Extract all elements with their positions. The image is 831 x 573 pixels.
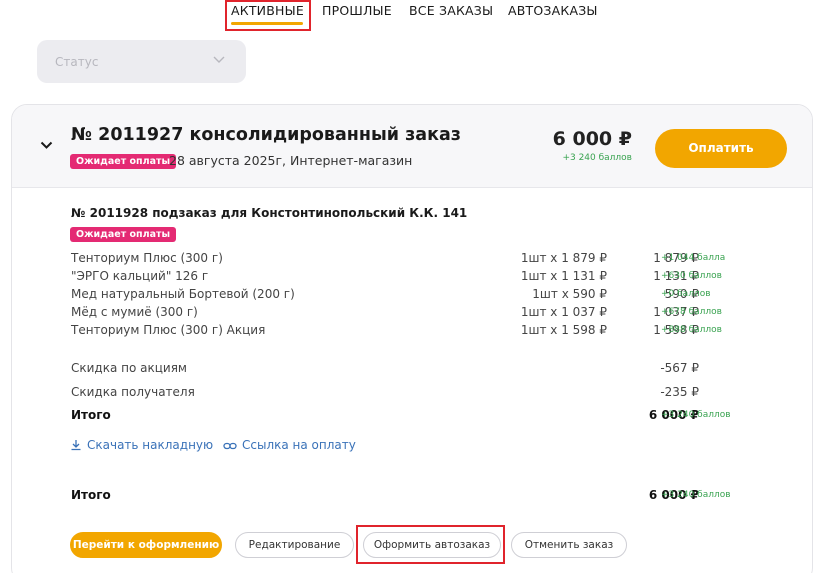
suborder-status-badge: Ожидает оплаты: [70, 227, 177, 242]
chevron-down-icon: [213, 56, 225, 63]
grand-total-row: Итого 6 000 ₽ +3 240 баллов: [71, 488, 791, 506]
item-qty: 1шт x 1 037 ₽: [520, 305, 607, 319]
item-qty: 1шт x 1 879 ₽: [520, 251, 607, 265]
order-tabs: АКТИВНЫЕ ПРОШЛЫЕ ВСЕ ЗАКАЗЫ АВТОЗАКАЗЫ: [0, 0, 831, 34]
pay-button[interactable]: Оплатить: [655, 129, 787, 168]
checkout-button[interactable]: Перейти к оформлению: [70, 532, 222, 558]
item-name: Мед натуральный Бортевой (200 г): [71, 287, 295, 301]
status-badge: Ожидает оплаты: [70, 154, 177, 169]
suborder-total-points: +3 240 баллов: [661, 410, 731, 420]
suborder-total-label: Итого: [71, 408, 111, 422]
discount-recipient-label: Скидка получателя: [71, 385, 195, 399]
list-item: Мёд с мумиё (300 г) 1шт x 1 037 ₽ 1 037 …: [71, 305, 791, 323]
order-title: № 2011927 консолидированный заказ: [71, 125, 461, 145]
payment-link-label: Ссылка на оплату: [242, 438, 356, 452]
tab-autoorders[interactable]: АВТОЗАКАЗЫ: [508, 3, 598, 18]
highlight-box-autoorder: [356, 525, 505, 564]
cancel-order-button[interactable]: Отменить заказ: [511, 532, 627, 558]
item-qty: 1шт x 1 598 ₽: [520, 323, 607, 337]
suborder-title: № 2011928 подзаказ для Констонтинопольск…: [71, 206, 468, 220]
item-points: +888 баллов: [661, 325, 722, 335]
list-item: "ЭРГО кальций" 126 г 1шт x 1 131 ₽ 1 131…: [71, 269, 791, 287]
link-icon: [223, 442, 237, 450]
list-item: Мед натуральный Бортевой (200 г) 1шт x 5…: [71, 287, 791, 305]
item-qty: 1шт x 590 ₽: [532, 287, 607, 301]
item-name: "ЭРГО кальций" 126 г: [71, 269, 209, 283]
order-card: № 2011927 консолидированный заказ Ожидае…: [11, 104, 813, 573]
chevron-down-icon[interactable]: [40, 141, 53, 150]
item-points: +1 044 балла: [661, 253, 726, 263]
item-points: +0 баллов: [661, 289, 711, 299]
list-item: Тенториум Плюс (300 г) Акция 1шт x 1 598…: [71, 323, 791, 341]
grand-total-points: +3 240 баллов: [661, 490, 731, 500]
list-item: Тенториум Плюс (300 г) 1шт x 1 879 ₽ 1 8…: [71, 251, 791, 269]
discount-recipient-row: Скидка получателя -235 ₽: [71, 385, 791, 403]
download-invoice-label: Скачать накладную: [87, 438, 214, 452]
discount-recipient-value: -235 ₽: [660, 385, 699, 399]
item-qty: 1шт x 1 131 ₽: [520, 269, 607, 283]
download-icon: [71, 440, 81, 451]
discount-promo-value: -567 ₽: [660, 361, 699, 375]
status-select[interactable]: Статус: [37, 40, 246, 83]
item-name: Тенториум Плюс (300 г): [71, 251, 223, 265]
download-invoice-link[interactable]: Скачать накладную: [70, 438, 213, 452]
item-name: Тенториум Плюс (300 г) Акция: [71, 323, 266, 337]
tab-all-orders[interactable]: ВСЕ ЗАКАЗЫ: [409, 3, 493, 18]
order-total: 6 000 ₽: [552, 128, 632, 150]
edit-button[interactable]: Редактирование: [235, 532, 354, 558]
order-date: 28 августа 2025г, Интернет-магазин: [169, 153, 413, 168]
order-bonus-points: +3 240 баллов: [562, 153, 632, 163]
tab-past[interactable]: ПРОШЛЫЕ: [322, 3, 392, 18]
discount-promo-row: Скидка по акциям -567 ₽: [71, 361, 791, 379]
item-points: +630 баллов: [661, 271, 722, 281]
status-select-label: Статус: [55, 55, 99, 69]
item-points: +678 баллов: [661, 307, 722, 317]
suborder-total-row: Итого 6 000 ₽ +3 240 баллов: [71, 408, 791, 426]
highlight-box-active-tab: [225, 0, 311, 31]
order-card-header: № 2011927 консолидированный заказ Ожидае…: [12, 105, 812, 188]
grand-total-label: Итого: [71, 488, 111, 502]
payment-link[interactable]: Ссылка на оплату: [223, 438, 356, 452]
discount-promo-label: Скидка по акциям: [71, 361, 187, 375]
item-name: Мёд с мумиё (300 г): [71, 305, 198, 319]
